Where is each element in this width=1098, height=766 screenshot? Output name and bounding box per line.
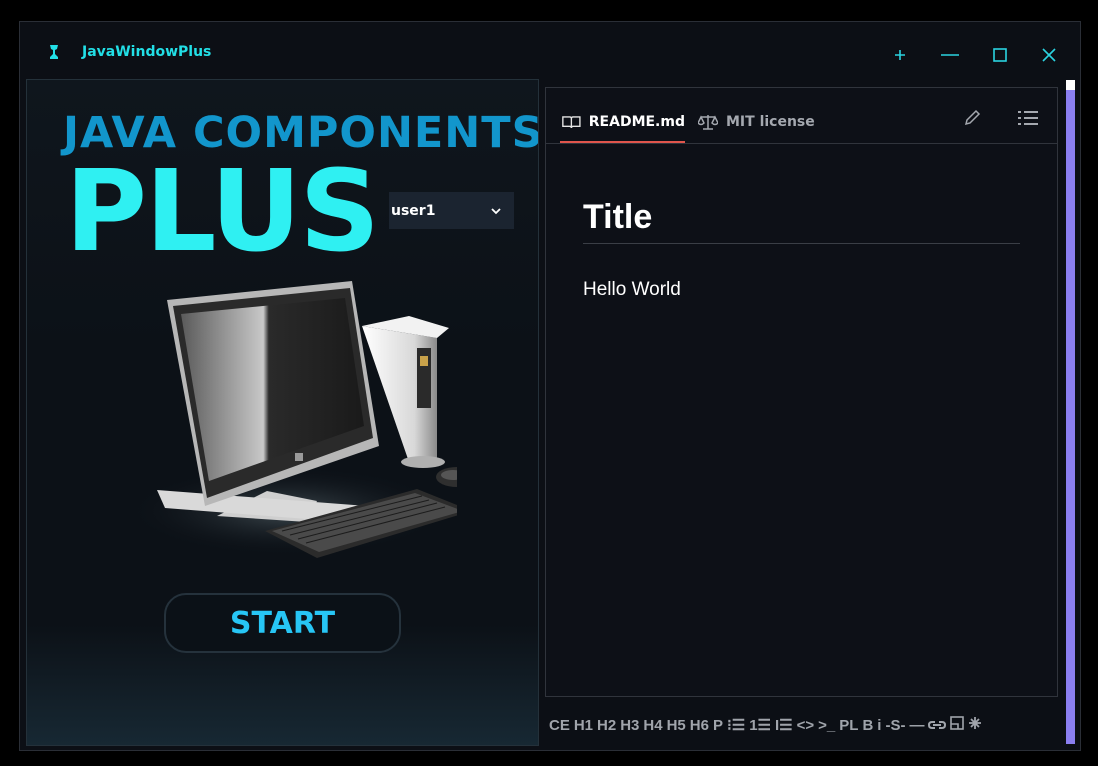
tab-license-label: MIT license	[726, 114, 815, 130]
md-link-button[interactable]	[926, 717, 948, 734]
md-task-list-button[interactable]: I☰	[773, 716, 795, 734]
app-window: JavaWindowPlus JAVA COMPONENTS PLUS user…	[19, 21, 1081, 751]
md-h6-button[interactable]: H6	[688, 717, 711, 734]
md-pl-button[interactable]: PL	[837, 717, 860, 734]
edit-button[interactable]	[959, 106, 985, 130]
md-code-button[interactable]: <>	[795, 717, 817, 734]
md-ce-button[interactable]: CE	[547, 717, 572, 734]
scrollbar-thumb[interactable]	[1066, 90, 1075, 744]
md-strike-button[interactable]: -S-	[883, 717, 907, 734]
user-select-value: user1	[391, 202, 436, 219]
readme-tab-bar: README.md MIT license	[546, 88, 1057, 144]
pin-button[interactable]	[883, 40, 917, 70]
md-hr-button[interactable]: —	[907, 717, 926, 734]
tab-readme[interactable]: README.md	[560, 102, 685, 143]
app-logo-icon	[50, 45, 58, 59]
hero-plus-heading: PLUS	[65, 147, 380, 277]
md-bold-button[interactable]: B	[860, 717, 875, 734]
minimize-icon	[941, 54, 959, 56]
window-title: JavaWindowPlus	[82, 44, 212, 60]
close-button[interactable]	[1032, 40, 1066, 70]
md-h5-button[interactable]: H5	[665, 717, 688, 734]
md-more-button[interactable]	[966, 716, 984, 734]
md-image-button[interactable]	[948, 716, 966, 734]
list-icon	[1018, 111, 1038, 125]
maximize-icon	[993, 48, 1007, 62]
maximize-button[interactable]	[983, 40, 1017, 70]
chevron-down-icon	[491, 207, 501, 214]
pin-icon	[895, 50, 905, 60]
md-italic-button[interactable]: i	[875, 717, 883, 734]
md-h3-button[interactable]: H3	[618, 717, 641, 734]
readme-panel: README.md MIT license Title Hello World	[545, 87, 1058, 697]
close-icon	[1042, 48, 1056, 62]
image-icon	[950, 716, 965, 730]
md-paragraph-button[interactable]: P	[711, 717, 725, 734]
md-bullet-list-button[interactable]: ⁝☰	[725, 716, 747, 734]
md-terminal-button[interactable]: >_	[816, 717, 837, 734]
doc-title: Title	[583, 198, 1020, 244]
asterisk-icon	[969, 717, 982, 729]
md-h4-button[interactable]: H4	[641, 717, 664, 734]
md-h1-button[interactable]: H1	[572, 717, 595, 734]
tab-license[interactable]: MIT license	[698, 102, 815, 142]
outline-button[interactable]	[1015, 106, 1041, 130]
user-select[interactable]: user1	[389, 192, 514, 229]
start-button[interactable]: START	[164, 593, 401, 653]
book-icon	[562, 116, 581, 129]
vertical-scrollbar[interactable]	[1066, 80, 1075, 744]
link-icon	[928, 720, 947, 729]
hero-panel: JAVA COMPONENTS PLUS user1 START	[26, 79, 539, 746]
md-ordered-list-button[interactable]: 1☰	[747, 716, 773, 734]
minimize-button[interactable]	[933, 40, 967, 70]
pencil-icon	[964, 109, 981, 126]
scale-icon	[698, 115, 718, 130]
doc-body: Hello World	[583, 279, 681, 300]
md-h2-button[interactable]: H2	[595, 717, 618, 734]
tab-readme-label: README.md	[588, 114, 685, 130]
markdown-toolbar: CE H1 H2 H3 H4 H5 H6 P ⁝☰ 1☰ I☰ <> >_ PL…	[547, 712, 1065, 738]
title-bar: JavaWindowPlus	[20, 22, 1080, 78]
computer-illustration	[127, 281, 457, 558]
